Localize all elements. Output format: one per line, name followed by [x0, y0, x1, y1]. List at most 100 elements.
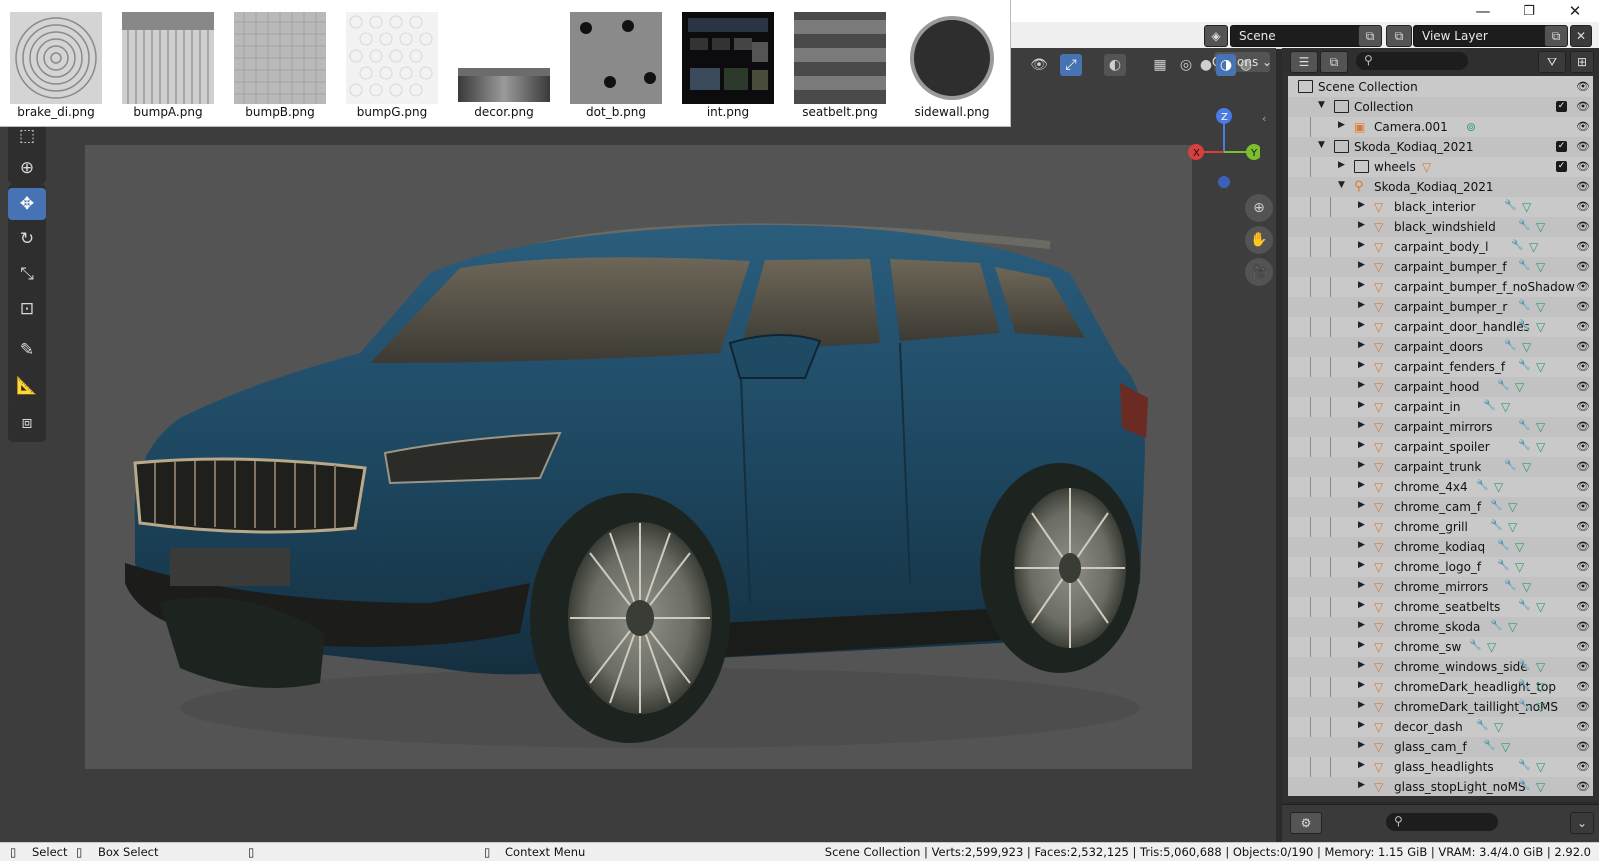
outliner-search-input[interactable]: ⚲ [1356, 52, 1468, 70]
eye-icon[interactable]: 👁 [1576, 280, 1590, 293]
eye-icon[interactable]: 👁 [1576, 440, 1590, 453]
mesh-data-icon[interactable]: ▽ [1536, 660, 1545, 674]
mesh-data-icon[interactable]: ▽ [1536, 220, 1545, 234]
outliner-row[interactable]: ▶ ▽ chrome_sw 🔧 ▽ 👁 [1288, 637, 1593, 657]
modifier-icon[interactable]: 🔧 [1490, 620, 1502, 631]
eye-icon[interactable]: 👁 [1576, 100, 1590, 113]
eye-icon[interactable]: 👁 [1576, 80, 1590, 93]
expand-closed-icon[interactable]: ▶ [1358, 560, 1365, 570]
mesh-data-icon[interactable]: ▽ [1536, 300, 1545, 314]
outliner-row[interactable]: ▶ ▽ chrome_4x4 🔧 ▽ 👁 [1288, 477, 1593, 497]
pan-button[interactable]: ✋ [1245, 226, 1273, 254]
scale-tool[interactable]: ⤡ [8, 258, 46, 290]
move-tool[interactable]: ✥ [8, 188, 46, 220]
rotate-tool[interactable]: ↻ [8, 223, 46, 255]
cursor-tool[interactable]: ⊕ [8, 152, 46, 184]
modifier-icon[interactable]: 🔧 [1497, 380, 1509, 391]
eye-icon[interactable]: 👁 [1576, 460, 1590, 473]
modifier-icon[interactable]: 🔧 [1504, 340, 1516, 351]
eye-icon[interactable]: 👁 [1576, 480, 1590, 493]
modifier-icon[interactable]: 🔧 [1497, 560, 1509, 571]
modifier-icon[interactable]: 🔧 [1518, 760, 1530, 771]
mesh-data-icon[interactable]: ▽ [1501, 400, 1510, 414]
expand-closed-icon[interactable]: ▶ [1358, 440, 1365, 450]
outliner-row[interactable]: ▶ ▽ chrome_grill 🔧 ▽ 👁 [1288, 517, 1593, 537]
outliner-row[interactable]: ▶ ▽ carpaint_bumper_r 🔧 ▽ 👁 [1288, 297, 1593, 317]
expand-closed-icon[interactable]: ▶ [1358, 280, 1365, 290]
scene-name-field[interactable]: Scene [1230, 25, 1366, 47]
zoom-button[interactable]: ⊕ [1245, 194, 1273, 222]
modifier-icon[interactable]: 🔧 [1518, 680, 1530, 691]
thumb-dot-b[interactable] [570, 12, 662, 104]
filter-button[interactable]: ⛛ [1538, 51, 1566, 73]
expand-closed-icon[interactable]: ▶ [1338, 160, 1345, 170]
close-button[interactable]: ✕ [1552, 0, 1598, 22]
shading-wireframe[interactable]: ◎ [1176, 54, 1196, 76]
expand-closed-icon[interactable]: ▶ [1358, 740, 1365, 750]
thumb-bumpb[interactable] [234, 12, 326, 104]
outliner-row[interactable]: ▶ ▽ carpaint_body_l 🔧 ▽ 👁 [1288, 237, 1593, 257]
outliner-row[interactable]: ▶ ▽ carpaint_trunk 🔧 ▽ 👁 [1288, 457, 1593, 477]
modifier-icon[interactable]: 🔧 [1518, 440, 1530, 451]
properties-options-button[interactable]: ⌄ [1570, 812, 1594, 834]
outliner-row[interactable]: ▶ ▽ chrome_cam_f 🔧 ▽ 👁 [1288, 497, 1593, 517]
eye-icon[interactable]: 👁 [1576, 600, 1590, 613]
expand-closed-icon[interactable]: ▶ [1358, 660, 1365, 670]
eye-icon[interactable]: 👁 [1576, 240, 1590, 253]
expand-closed-icon[interactable]: ▶ [1358, 580, 1365, 590]
modifier-icon[interactable]: 🔧 [1518, 360, 1530, 371]
camera-data-icon[interactable]: ⊚ [1466, 120, 1476, 134]
expand-closed-icon[interactable]: ▶ [1358, 700, 1365, 710]
sidebar-toggle-icon[interactable]: ‹ [1262, 112, 1266, 125]
modifier-icon[interactable]: 🔧 [1483, 740, 1495, 751]
eye-icon[interactable]: 👁 [1576, 660, 1590, 673]
mesh-data-icon[interactable]: ▽ [1536, 360, 1545, 374]
modifier-icon[interactable]: 🔧 [1518, 780, 1530, 791]
outliner-row[interactable]: ▶ ▽ black_windshield 🔧 ▽ 👁 [1288, 217, 1593, 237]
expand-closed-icon[interactable]: ▶ [1358, 320, 1365, 330]
restore-button[interactable]: ❐ [1506, 0, 1552, 22]
modifier-icon[interactable]: 🔧 [1483, 400, 1495, 411]
thumb-int[interactable] [682, 12, 774, 104]
mesh-data-icon[interactable]: ▽ [1536, 680, 1545, 694]
eye-icon[interactable]: 👁 [1576, 140, 1590, 153]
mesh-data-icon[interactable]: ▽ [1508, 520, 1517, 534]
expand-closed-icon[interactable]: ▶ [1358, 720, 1365, 730]
transform-tool[interactable]: ⊡ [8, 293, 46, 325]
shading-rendered[interactable]: ◍ [1236, 54, 1256, 76]
new-view-layer-button[interactable]: ⧉ [1544, 25, 1568, 47]
thumb-bumpg[interactable] [346, 12, 438, 104]
expand-closed-icon[interactable]: ▶ [1358, 220, 1365, 230]
thumb-decor[interactable] [458, 12, 550, 104]
eye-icon[interactable]: 👁 [1576, 380, 1590, 393]
overlay-toggle[interactable]: ◐ [1104, 54, 1126, 76]
expand-closed-icon[interactable]: ▶ [1358, 760, 1365, 770]
eye-icon[interactable]: 👁 [1576, 120, 1590, 133]
outliner-row[interactable]: ▶ ▽ carpaint_mirrors 🔧 ▽ 👁 [1288, 417, 1593, 437]
outliner-row[interactable]: ▶ ▽ carpaint_hood 🔧 ▽ 👁 [1288, 377, 1593, 397]
mesh-data-icon[interactable]: ▽ [1522, 200, 1531, 214]
outliner-row[interactable]: Scene Collection 👁 [1288, 77, 1593, 97]
expand-open-icon[interactable]: ▼ [1318, 140, 1325, 150]
outliner-row[interactable]: ▶ ▽ chrome_windows_side 🔧 ▽ 👁 [1288, 657, 1593, 677]
outliner-row[interactable]: ▶ ▽ chrome_seatbelts 🔧 ▽ 👁 [1288, 597, 1593, 617]
eye-icon[interactable]: 👁 [1576, 620, 1590, 633]
outliner-row[interactable]: ▶ ▽ chrome_kodiaq 🔧 ▽ 👁 [1288, 537, 1593, 557]
modifier-icon[interactable]: 🔧 [1518, 260, 1530, 271]
eye-icon[interactable]: 👁 [1576, 740, 1590, 753]
expand-closed-icon[interactable]: ▶ [1338, 120, 1345, 130]
add-cube-tool[interactable]: ⧈ [8, 407, 46, 439]
expand-closed-icon[interactable]: ▶ [1358, 300, 1365, 310]
eye-icon[interactable]: 👁 [1576, 720, 1590, 733]
expand-closed-icon[interactable]: ▶ [1358, 780, 1365, 790]
expand-closed-icon[interactable]: ▶ [1358, 500, 1365, 510]
modifier-icon[interactable]: 🔧 [1511, 240, 1523, 251]
scene-browse-button[interactable]: ◈ [1204, 25, 1228, 47]
mesh-data-icon[interactable]: ▽ [1515, 540, 1524, 554]
expand-closed-icon[interactable]: ▶ [1358, 380, 1365, 390]
mesh-data-icon[interactable]: ▽ [1515, 380, 1524, 394]
exclude-checkbox[interactable]: ✓ [1556, 161, 1567, 172]
modifier-icon[interactable]: 🔧 [1518, 220, 1530, 231]
eye-icon[interactable]: 👁 [1576, 640, 1590, 653]
mesh-data-icon[interactable]: ▽ [1515, 560, 1524, 574]
